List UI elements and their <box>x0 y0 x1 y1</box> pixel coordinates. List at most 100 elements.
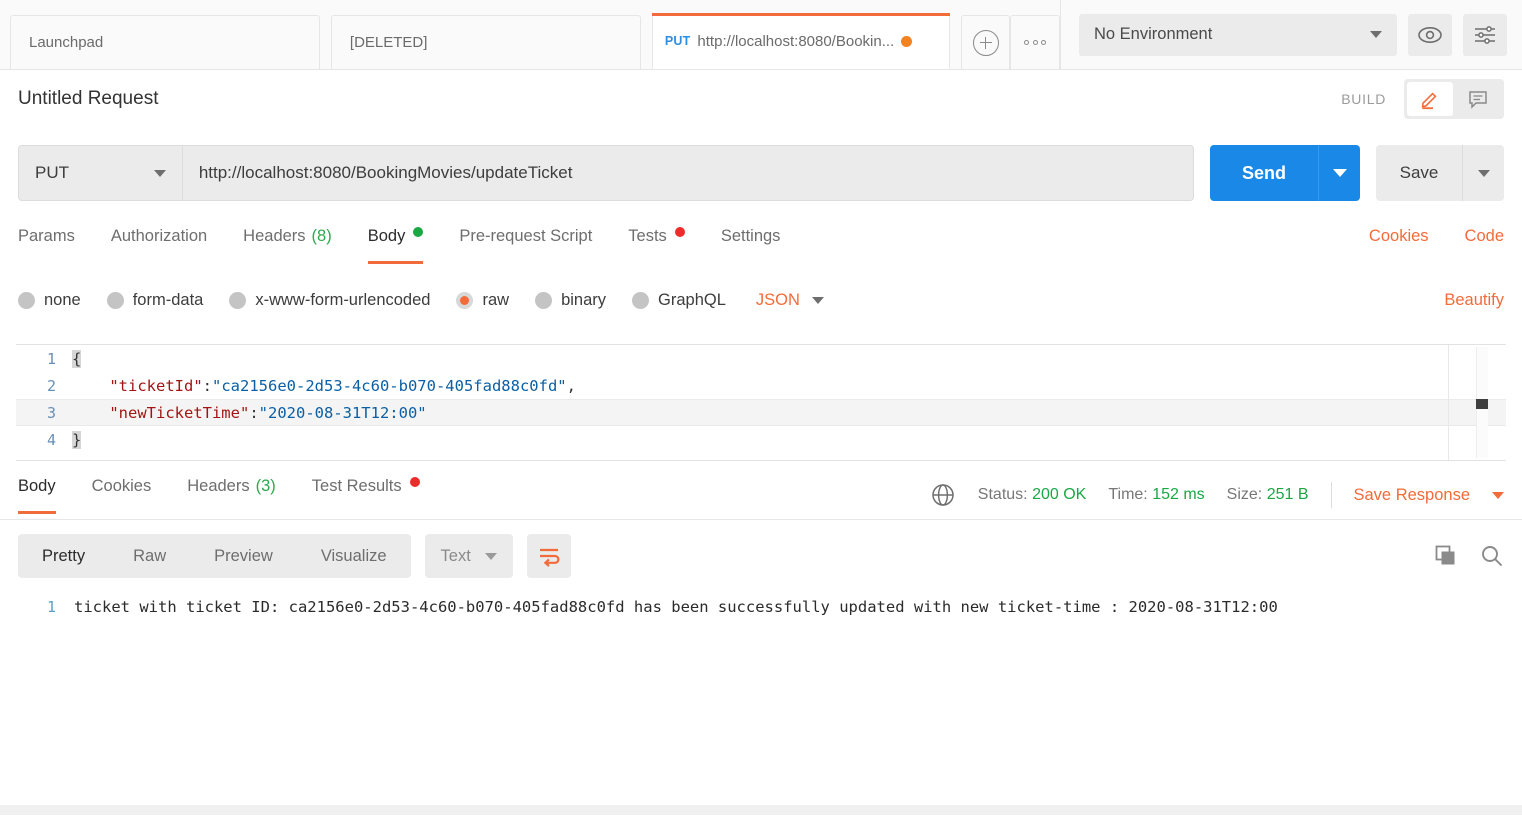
radio-icon <box>535 291 553 309</box>
cookies-link-label: Cookies <box>1368 227 1429 245</box>
tab-options-button[interactable] <box>1010 15 1060 69</box>
tab-authorization[interactable]: Authorization <box>93 222 225 268</box>
url-input[interactable]: http://localhost:8080/BookingMovies/upda… <box>182 145 1194 201</box>
page-title: Untitled Request <box>18 88 159 109</box>
environment-quick-look-button[interactable] <box>1408 13 1452 56</box>
body-type-none[interactable]: none <box>18 291 81 310</box>
response-view-raw[interactable]: Raw <box>109 534 190 578</box>
response-body-viewer[interactable]: 1 ticket with ticket ID: ca2156e0-2d53-4… <box>0 590 1522 815</box>
line-content: { <box>72 349 82 368</box>
response-view-visualize[interactable]: Visualize <box>297 534 411 578</box>
tab-bar: Launchpad [DELETED] PUT http://localhost… <box>0 0 1522 70</box>
line-number: 2 <box>46 376 56 395</box>
code-link[interactable]: Code <box>1447 222 1504 268</box>
chevron-down-icon <box>484 552 497 560</box>
time-label-group: Time: 152 ms <box>1108 486 1204 504</box>
body-type-label: binary <box>561 290 607 309</box>
code-line-active[interactable]: 3 "newTicketTime":"2020-08-31T12:00" <box>16 399 1506 426</box>
save-response-button[interactable]: Save Response <box>1354 486 1471 505</box>
tab-launchpad[interactable]: Launchpad <box>10 15 320 69</box>
environment-selector[interactable]: No Environment <box>1079 13 1397 56</box>
tab-body[interactable]: Body <box>350 222 442 268</box>
tab-headers[interactable]: Headers (8) <box>225 222 350 268</box>
tab-deleted[interactable]: [DELETED] <box>330 15 641 69</box>
request-body-editor[interactable]: 1 { 2 "ticketId":"ca2156e0-2d53-4c60-b07… <box>16 344 1506 461</box>
response-view-pretty[interactable]: Pretty <box>18 534 109 578</box>
tests-status-dot <box>674 227 685 237</box>
code-link-label: Code <box>1464 227 1504 245</box>
response-tab-test-results[interactable]: Test Results <box>294 472 438 518</box>
save-options-button[interactable] <box>1462 145 1504 201</box>
environment-settings-button[interactable] <box>1463 13 1507 56</box>
response-tab-cookies[interactable]: Cookies <box>74 472 170 518</box>
tab-pre-request-script[interactable]: Pre-request Script <box>441 222 610 268</box>
response-line-content: ticket with ticket ID: ca2156e0-2d53-4c6… <box>74 598 1278 616</box>
body-type-graphql[interactable]: GraphQL <box>632 291 726 310</box>
eye-icon <box>1418 26 1442 43</box>
new-tab-button[interactable] <box>960 15 1011 69</box>
response-tab-headers[interactable]: Headers (3) <box>169 472 294 518</box>
sliders-icon <box>1475 25 1495 44</box>
line-content: } <box>72 430 82 449</box>
bottom-status-bar <box>0 805 1522 815</box>
build-toggle-group <box>1404 79 1504 119</box>
request-tabs: Params Authorization Headers (8) Body Pr… <box>0 222 1522 270</box>
response-format-selector[interactable]: Text <box>424 534 513 578</box>
tab-label: [DELETED] <box>349 34 428 51</box>
editor-scrollbar-thumb[interactable] <box>1476 399 1488 409</box>
body-format-selector[interactable]: JSON <box>756 291 824 310</box>
body-type-label: none <box>44 290 81 309</box>
code-line[interactable]: 1 { <box>16 345 1506 372</box>
tab-label: Settings <box>720 227 781 245</box>
tab-label: Cookies <box>91 477 152 495</box>
editor-column-guide <box>1448 345 1449 460</box>
tab-label: Body <box>367 227 406 245</box>
radio-icon <box>229 291 247 309</box>
body-type-binary[interactable]: binary <box>535 291 606 310</box>
comments-button[interactable] <box>1455 82 1501 116</box>
chevron-down-icon[interactable] <box>1492 491 1504 499</box>
response-tabs: Body Cookies Headers (3) Test Results St… <box>0 472 1522 520</box>
request-title-row: Untitled Request BUILD <box>0 71 1522 127</box>
copy-icon[interactable] <box>1434 544 1458 568</box>
body-type-form-data[interactable]: form-data <box>106 290 204 310</box>
edit-request-button[interactable] <box>1407 82 1453 116</box>
tab-request-active[interactable]: PUT http://localhost:8080/Bookin... <box>651 13 950 69</box>
response-tab-body[interactable]: Body <box>18 472 74 518</box>
http-method-label: PUT <box>35 163 69 182</box>
tab-params[interactable]: Params <box>18 222 93 268</box>
tab-tests[interactable]: Tests <box>610 222 703 268</box>
globe-icon[interactable] <box>930 482 956 508</box>
body-format-label: JSON <box>755 290 800 309</box>
send-options-button[interactable] <box>1318 145 1360 201</box>
code-line[interactable]: 2 "ticketId":"ca2156e0-2d53-4c60-b070-40… <box>16 372 1506 399</box>
tab-settings[interactable]: Settings <box>703 222 799 268</box>
response-view-preview[interactable]: Preview <box>190 534 297 578</box>
http-method-selector[interactable]: PUT <box>18 145 183 201</box>
response-format-label: Text <box>440 546 471 565</box>
chevron-down-icon <box>1332 169 1347 177</box>
body-type-raw[interactable]: raw <box>456 291 509 310</box>
tabs-zone: Launchpad [DELETED] PUT http://localhost… <box>0 0 1060 70</box>
chevron-down-icon <box>811 296 824 304</box>
word-wrap-button[interactable] <box>526 534 571 578</box>
tab-label: Test Results <box>311 477 402 495</box>
status-label-group: Status: 200 OK <box>978 486 1087 504</box>
beautify-button[interactable]: Beautify <box>1444 291 1504 310</box>
send-button[interactable]: Send <box>1210 145 1318 201</box>
body-type-label: raw <box>482 290 510 309</box>
test-results-status-dot <box>409 477 420 487</box>
body-type-label: form-data <box>132 290 204 309</box>
body-type-urlencoded[interactable]: x-www-form-urlencoded <box>229 291 430 310</box>
save-button[interactable]: Save <box>1376 145 1462 201</box>
code-line[interactable]: 4 } <box>16 426 1506 453</box>
search-icon[interactable] <box>1480 544 1504 568</box>
headers-count: (8) <box>311 227 332 245</box>
status-value: 200 OK <box>1032 486 1087 503</box>
body-type-label: GraphQL <box>658 290 726 309</box>
tab-label: Tests <box>628 227 667 245</box>
cookies-link[interactable]: Cookies <box>1351 222 1447 268</box>
radio-icon <box>632 291 650 309</box>
response-actions <box>1434 544 1504 568</box>
tab-method-label: PUT <box>664 34 691 48</box>
